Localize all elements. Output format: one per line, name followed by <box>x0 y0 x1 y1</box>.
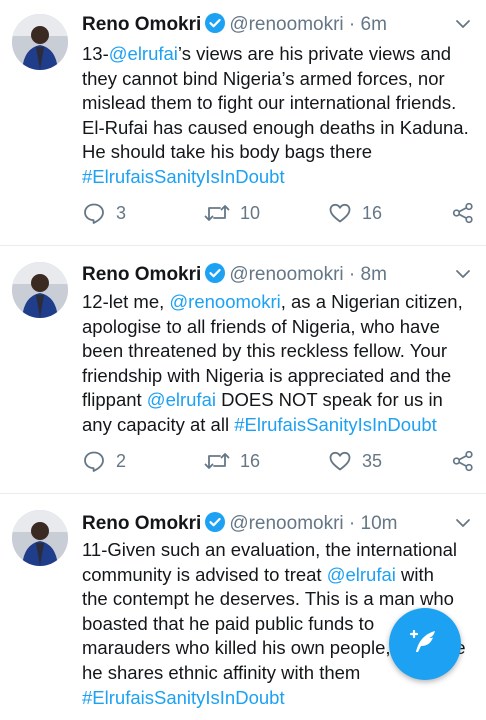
like-button[interactable]: 35 <box>328 448 382 474</box>
author-name[interactable]: Reno Omokri <box>82 513 201 534</box>
like-count: 35 <box>362 450 383 471</box>
avatar[interactable] <box>12 510 68 566</box>
author-handle[interactable]: @renoomokri <box>229 513 343 534</box>
reply-button[interactable]: 2 <box>82 448 126 474</box>
tweet-text-line: 13-@elrufai’s views are his private view… <box>82 42 478 67</box>
retweet-count: 10 <box>240 202 261 223</box>
like-icon <box>328 201 352 225</box>
reply-button[interactable]: 3 <box>82 200 126 226</box>
retweet-icon <box>204 201 230 225</box>
chevron-down-icon[interactable] <box>454 15 472 40</box>
hashtag-link[interactable]: #ElrufaisSanityIsInDoubt <box>234 414 437 435</box>
tweet-text-line: flippant @elrufai DOES NOT speak for us … <box>82 388 478 413</box>
author-name[interactable]: Reno Omokri <box>82 264 201 285</box>
timestamp[interactable]: 6m <box>361 14 387 35</box>
tweet-text-line: friendship with Nigeria is appreciated a… <box>82 364 478 389</box>
tweet-text: 13-@elrufai’s views are his private view… <box>82 42 478 190</box>
tweet-text-segment: 12-let me, <box>82 291 170 312</box>
compose-tweet-icon <box>408 625 442 664</box>
tweet-text-line: apologise to all friends of Nigeria, who… <box>82 315 478 340</box>
tweet-text-segment: El-Rufai has caused enough deaths in Kad… <box>82 116 469 138</box>
chevron-down-icon[interactable] <box>454 514 472 539</box>
tweet-text-segment: with <box>395 563 434 585</box>
tweet-text: 12-let me, @renoomokri, as a Nigerian ci… <box>82 290 478 438</box>
retweet-icon <box>204 449 230 473</box>
verified-badge-icon <box>205 13 226 40</box>
tweet-text-line: 12-let me, @renoomokri, as a Nigerian ci… <box>82 290 478 315</box>
like-icon <box>328 449 352 473</box>
tweet-text-segment: He should take his body bags there <box>82 141 373 163</box>
separator-dot: · <box>348 264 356 285</box>
reply-icon <box>82 449 106 473</box>
retweet-button[interactable]: 16 <box>204 448 260 474</box>
tweet-text-segment: been threatened by this reckless fellow.… <box>82 340 448 362</box>
tweet-3[interactable]: Reno Omokri @renoomokri · 10m 11-Given su… <box>0 494 486 720</box>
tweet-text-segment: apologise to all friends of Nigeria, who… <box>82 315 440 337</box>
verified-badge-icon <box>205 512 226 539</box>
share-icon <box>452 202 474 224</box>
tweet-text-line: any capacity at all #ElrufaisSanityIsInD… <box>82 413 478 438</box>
tweet-text-segment: flippant <box>82 389 147 411</box>
share-icon <box>452 450 474 472</box>
tweet-text-segment: DOES NOT speak for us in <box>215 389 443 411</box>
timestamp[interactable]: 10m <box>361 513 398 534</box>
tweet-text-segment: 13- <box>82 43 109 64</box>
tweet-text-line: El-Rufai has caused enough deaths in Kad… <box>82 116 478 141</box>
tweet-text-line: #ElrufaisSanityIsInDoubt <box>82 165 478 190</box>
verified-badge-icon <box>205 263 226 290</box>
hashtag-link[interactable]: #ElrufaisSanityIsInDoubt <box>82 687 285 708</box>
hashtag-link[interactable]: #ElrufaisSanityIsInDoubt <box>82 166 285 187</box>
tweet-1[interactable]: Reno Omokri @renoomokri · 6m 13-@elrufai’… <box>0 0 486 242</box>
compose-tweet-button[interactable] <box>389 608 461 680</box>
tweet-text-segment: , as a Nigerian citizen, <box>280 291 463 312</box>
like-button[interactable]: 16 <box>328 200 382 226</box>
tweet-text-segment: ’s views are his private views and <box>177 43 452 64</box>
chevron-down-icon[interactable] <box>454 265 472 290</box>
tweet-text-segment: community is advised to treat <box>82 563 327 585</box>
tweet-2[interactable]: Reno Omokri @renoomokri · 8m 12-let me, @… <box>0 246 486 492</box>
tweet-text-segment: 11-Given such an evaluation, the interna… <box>82 539 458 560</box>
share-button[interactable] <box>452 200 474 226</box>
reply-count: 3 <box>116 202 127 223</box>
reply-icon <box>82 201 106 225</box>
timestamp[interactable]: 8m <box>361 264 387 285</box>
tweet-text-line: community is advised to treat @elrufai w… <box>82 563 478 588</box>
tweet-text-line: 11-Given such an evaluation, the interna… <box>82 538 478 563</box>
tweet-text-line: they cannot bind Nigeria’s armed forces,… <box>82 67 478 92</box>
separator-dot: · <box>348 14 356 35</box>
tweet-text-segment: any capacity at all <box>82 413 235 435</box>
mention-link[interactable]: @elrufai <box>147 389 216 410</box>
reply-count: 2 <box>116 450 127 471</box>
tweet-text-segment: mislead them to fight our international … <box>82 92 457 114</box>
like-count: 16 <box>362 202 383 223</box>
author-handle[interactable]: @renoomokri <box>229 264 343 285</box>
tweet-text-segment: he shares ethnic affinity with them <box>82 661 361 683</box>
tweet-text-line: mislead them to fight our international … <box>82 91 478 116</box>
avatar[interactable] <box>12 14 68 70</box>
tweet-text-line: #ElrufaisSanityIsInDoubt <box>82 686 478 711</box>
separator-dot: · <box>348 513 356 534</box>
share-button[interactable] <box>452 448 474 474</box>
tweet-text-segment: they cannot bind Nigeria’s armed forces,… <box>82 67 445 89</box>
avatar[interactable] <box>12 262 68 318</box>
author-handle[interactable]: @renoomokri <box>229 14 343 35</box>
tweet-text-segment: the contempt he deserves. This is a man … <box>82 588 454 610</box>
author-name[interactable]: Reno Omokri <box>82 14 201 35</box>
mention-link[interactable]: @elrufai <box>327 564 396 585</box>
mention-link[interactable]: @elrufai <box>109 43 178 64</box>
retweet-button[interactable]: 10 <box>204 200 260 226</box>
tweet-text-segment: friendship with Nigeria is appreciated a… <box>82 364 452 386</box>
tweet-text-segment: boasted that he paid public funds to <box>82 612 375 634</box>
retweet-count: 16 <box>240 450 261 471</box>
mention-link[interactable]: @renoomokri <box>169 291 280 312</box>
tweet-text-line: been threatened by this reckless fellow.… <box>82 339 478 364</box>
tweet-text-line: He should take his body bags there <box>82 140 478 165</box>
